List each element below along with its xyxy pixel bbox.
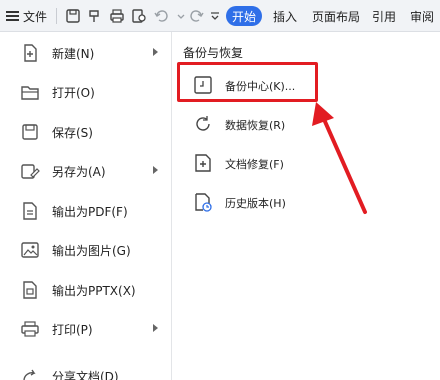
toolbar-divider <box>56 8 57 24</box>
save-icon <box>22 124 38 140</box>
share-icon <box>23 369 36 380</box>
item-label: 文档修复(F) <box>225 158 284 171</box>
submenu-arrow-icon <box>153 166 158 174</box>
export-image-icon <box>21 242 39 258</box>
menu-item-save-as[interactable]: 另存为(A) <box>0 153 172 189</box>
quick-access-dropdown-icon[interactable] <box>206 7 224 25</box>
redo-icon[interactable] <box>188 7 206 25</box>
toolbar: 文件 开始 插入 页面布局 引用 审阅 <box>0 0 440 32</box>
menu-item-new[interactable]: 新建(N) <box>0 35 172 71</box>
menu-item-export-pptx[interactable]: 输出为PPTX(X) <box>0 272 172 308</box>
export-pptx-icon <box>23 281 37 299</box>
format-painter-icon[interactable] <box>86 7 104 25</box>
folder-open-icon <box>21 86 39 100</box>
menu-item-save[interactable]: 保存(S) <box>0 114 172 150</box>
annotation-highlight-box <box>177 62 318 102</box>
file-label: 文件 <box>23 9 48 24</box>
menu-item-label: 打印(P) <box>52 323 93 337</box>
doc-repair-item[interactable]: 文档修复(F) <box>183 148 323 178</box>
export-pdf-icon <box>23 202 37 220</box>
menu-item-label: 输出为图片(G) <box>52 244 131 258</box>
tab-page-layout[interactable]: 页面布局 <box>312 8 360 25</box>
new-doc-icon <box>24 44 37 62</box>
history-version-item[interactable]: 历史版本(H) <box>183 187 323 217</box>
save-as-icon <box>21 164 40 179</box>
menu-item-label: 输出为PPTX(X) <box>52 284 136 298</box>
menu-item-label: 分享文档(D) <box>52 370 119 380</box>
hamburger-icon <box>6 11 19 21</box>
menu-item-label: 打开(O) <box>52 86 95 100</box>
undo-icon[interactable] <box>152 7 170 25</box>
item-label: 历史版本(H) <box>225 197 286 210</box>
menu-item-open[interactable]: 打开(O) <box>0 74 172 110</box>
save-icon[interactable] <box>64 7 82 25</box>
file-menu-button[interactable]: 文件 <box>6 6 47 26</box>
submenu-arrow-icon <box>153 324 158 332</box>
print-icon[interactable] <box>108 7 126 25</box>
data-recovery-icon <box>196 116 210 131</box>
tab-review[interactable]: 审阅 <box>410 8 434 25</box>
panel-title: 备份与恢复 <box>183 46 244 60</box>
history-version-icon <box>195 193 212 212</box>
print-icon <box>21 321 39 337</box>
menu-item-print[interactable]: 打印(P) <box>0 311 172 347</box>
menu-item-label: 另存为(A) <box>52 165 106 179</box>
tab-home[interactable]: 开始 <box>226 6 262 26</box>
menu-item-export-pdf[interactable]: 输出为PDF(F) <box>0 193 172 229</box>
submenu-arrow-icon <box>153 48 158 56</box>
data-recovery-item[interactable]: 数据恢复(R) <box>183 109 323 139</box>
menu-item-label: 新建(N) <box>52 47 95 61</box>
menu-item-share[interactable]: 分享文档(D) <box>0 358 172 380</box>
menu-item-label: 输出为PDF(F) <box>52 205 128 219</box>
file-menu: 新建(N) 打开(O) 保存(S) 另存为(A) 输出为PDF(F) 输出为图片… <box>0 32 172 380</box>
tab-insert[interactable]: 插入 <box>273 8 297 25</box>
menu-item-export-image[interactable]: 输出为图片(G) <box>0 232 172 268</box>
tab-references[interactable]: 引用 <box>372 8 396 25</box>
doc-repair-icon <box>195 154 211 172</box>
item-label: 数据恢复(R) <box>225 119 286 132</box>
menu-item-label: 保存(S) <box>52 126 93 140</box>
print-preview-icon[interactable] <box>130 7 148 25</box>
